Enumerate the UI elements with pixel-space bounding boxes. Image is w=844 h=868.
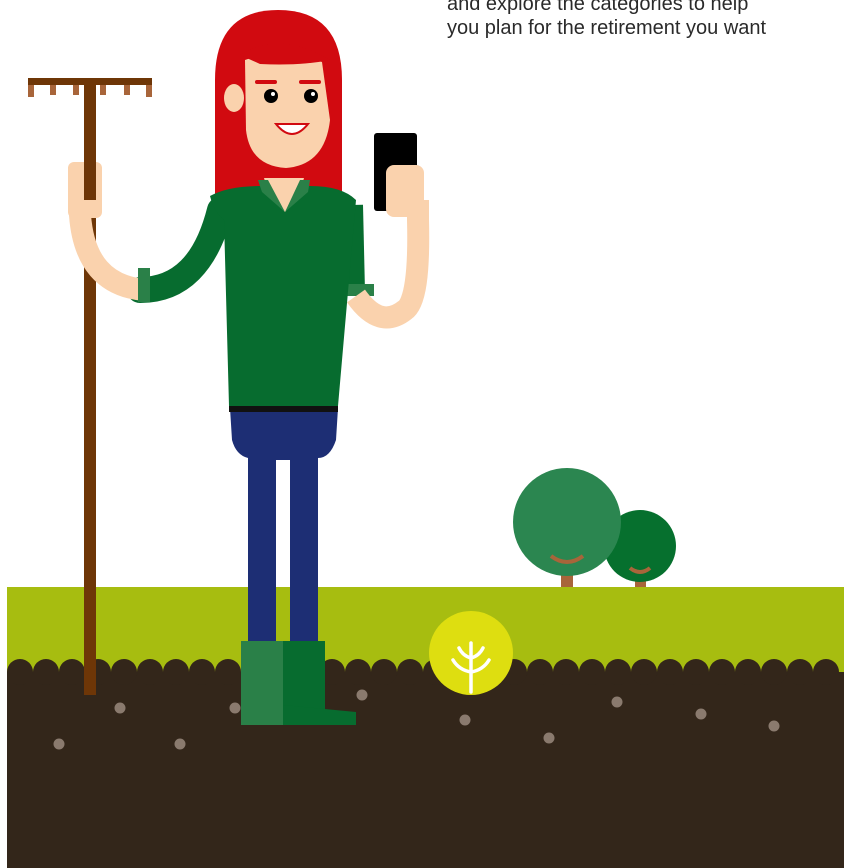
soil-scallop — [813, 659, 839, 685]
soil-scallop — [709, 659, 735, 685]
soil-scallop — [553, 659, 579, 685]
pebble — [53, 738, 65, 750]
soil-scallop — [137, 659, 163, 685]
soil-scallop — [371, 659, 397, 685]
soil-scallop — [7, 659, 33, 685]
pebble — [695, 708, 707, 720]
soil-scallop — [33, 659, 59, 685]
soil-scallop — [735, 659, 761, 685]
soil-scallop — [605, 659, 631, 685]
gardener-illustration — [7, 10, 844, 868]
soil-scallop — [59, 659, 85, 685]
soil-scallop — [657, 659, 683, 685]
pebble — [356, 689, 368, 701]
soil-scallop — [579, 659, 605, 685]
soil-scallop — [787, 659, 813, 685]
soil-scallop — [683, 659, 709, 685]
pebble — [611, 696, 623, 708]
soil — [7, 659, 844, 868]
pebble — [768, 720, 780, 732]
shirt — [210, 186, 356, 406]
grass — [7, 587, 844, 672]
soil-scallop — [761, 659, 787, 685]
tree-large — [513, 468, 621, 593]
soil-scallop — [345, 659, 371, 685]
soil-scallop — [189, 659, 215, 685]
pebble — [229, 702, 241, 714]
soil-scallop — [397, 659, 423, 685]
soil-scallop — [111, 659, 137, 685]
soil-scallop — [527, 659, 553, 685]
pebble — [114, 702, 126, 714]
seedling-badge — [429, 611, 513, 695]
pebble — [174, 738, 186, 750]
soil-scallop — [215, 659, 241, 685]
trees — [513, 468, 676, 593]
pebble — [459, 714, 471, 726]
soil-scallop — [631, 659, 657, 685]
pebble — [543, 732, 555, 744]
soil-scallop — [163, 659, 189, 685]
